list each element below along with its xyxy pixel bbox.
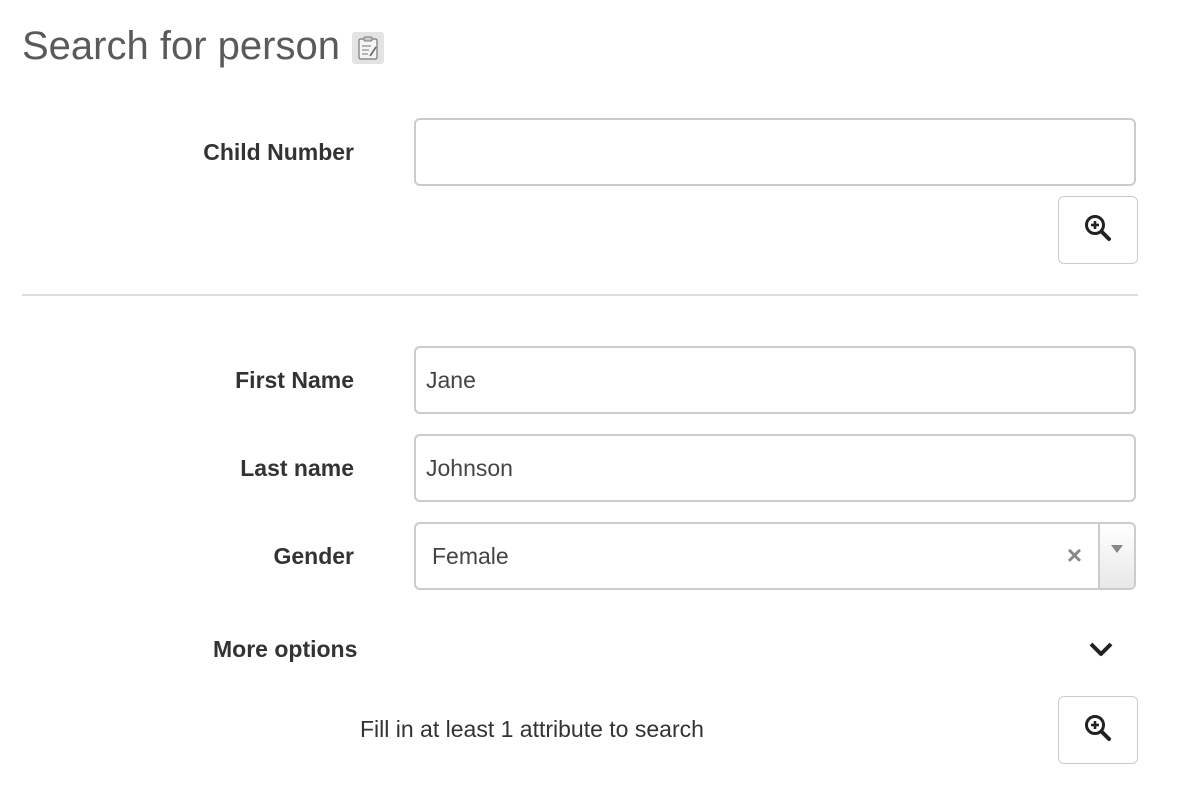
gender-selected-value: Female [432, 543, 509, 569]
search-hint-text: Fill in at least 1 attribute to search [360, 716, 704, 742]
last-name-label: Last name [240, 455, 354, 481]
gender-label: Gender [273, 543, 354, 569]
child-number-input[interactable] [414, 118, 1136, 186]
zoom-in-icon [1084, 214, 1112, 247]
attribute-search-button[interactable] [1058, 696, 1138, 764]
dropdown-arrow-icon[interactable] [1098, 524, 1134, 588]
last-name-input[interactable] [414, 434, 1136, 502]
chevron-down-icon[interactable] [1088, 640, 1114, 663]
child-number-label: Child Number [203, 139, 354, 165]
first-name-input[interactable] [414, 346, 1136, 414]
clipboard-edit-icon[interactable] [351, 32, 384, 64]
gender-select[interactable]: Female × [414, 522, 1136, 590]
unique-search-button[interactable] [1058, 196, 1138, 264]
zoom-in-icon [1084, 714, 1112, 747]
page-title: Search for person [22, 22, 384, 70]
section-divider [22, 294, 1138, 296]
first-name-label: First Name [235, 367, 354, 393]
more-options-toggle[interactable]: More options [213, 636, 357, 663]
page-title-text: Search for person [22, 24, 340, 68]
clear-selection-icon[interactable]: × [1067, 540, 1082, 570]
